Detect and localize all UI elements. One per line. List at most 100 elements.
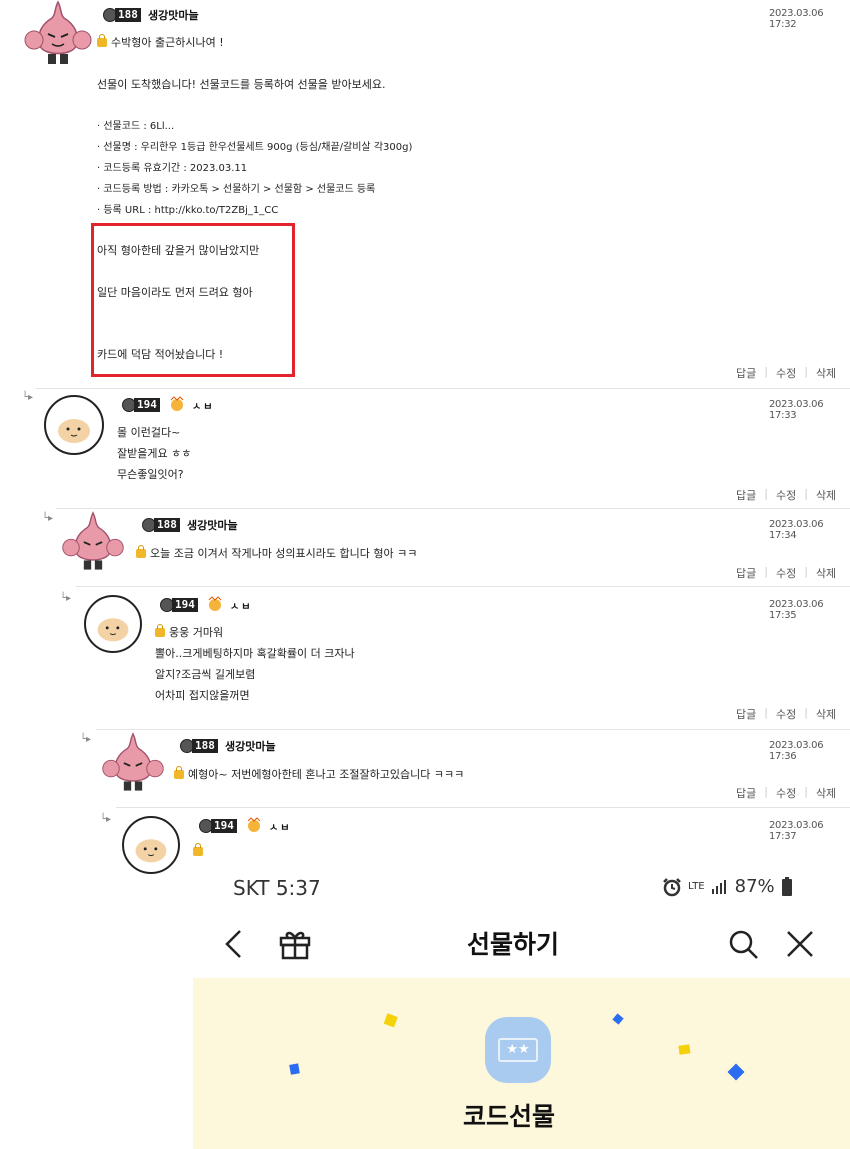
crown-face-icon [208,596,222,611]
level-badge: 188 [180,738,218,754]
delete-button[interactable]: 삭제 [808,365,844,381]
dog-avatar-icon[interactable] [44,395,104,455]
confetti-icon [678,1044,691,1055]
comment-actions: 답글 | 수정 | 삭제 [728,785,844,801]
lock-icon [193,843,203,856]
close-icon[interactable] [785,929,815,959]
nickname[interactable]: 생강맛마늘 [148,7,199,23]
divider [36,388,850,389]
confetti-icon [727,1063,745,1081]
edit-button[interactable]: 수정 [768,706,804,722]
level-badge: 194 [122,397,160,413]
lock-icon [155,624,165,637]
comment-line: 웅웅 거마워 [155,624,223,640]
delete-button[interactable]: 삭제 [808,487,844,503]
comment-actions: 답글 | 수정 | 삭제 [728,487,844,503]
delete-button[interactable]: 삭제 [808,785,844,801]
reply-arrow-icon: └▸ [22,392,34,403]
level-badge: 194 [199,818,237,834]
nickname[interactable]: ㅅㅂ [230,598,252,613]
reply-button[interactable]: 답글 [728,565,764,581]
comment-line: 알지?조금씩 길게보렴 [155,668,256,681]
level-badge: 188 [103,7,141,23]
garlic-avatar-icon[interactable] [100,731,166,797]
comment-date: 2023.03.06 17:37 [769,820,824,842]
comment-line: · 코드등록 방법 : 카카오톡 > 선물하기 > 선물함 > 선물코드 등록 [97,184,376,195]
status-icons: LTE 87% [662,876,793,897]
reply-button[interactable]: 답글 [728,365,764,381]
network-label: LTE [688,880,705,892]
garlic-avatar-icon[interactable] [60,510,126,576]
divider [56,508,850,509]
nickname[interactable]: 생강맛마늘 [225,738,276,754]
comment-line: 몰 이런걸다~ [117,426,181,439]
reply-button[interactable]: 답글 [728,487,764,503]
edit-button[interactable]: 수정 [768,487,804,503]
comment-line: 예형아~ 저번에형아한테 혼나고 조절잘하고있습니다 ㅋㅋㅋ [174,766,464,782]
garlic-avatar-icon[interactable] [22,0,94,70]
battery-icon [781,876,792,896]
level-badge: 188 [142,517,180,533]
comment-line[interactable]: · 등록 URL : http://kko.to/T2ZBj_1_CC [97,201,278,216]
comment-line: · 선물명 : 우리한우 1등급 한우선물세트 900g (등심/채끝/갈비살 … [97,142,413,153]
status-time: SKT 5:37 [233,876,321,900]
confetti-icon [289,1063,300,1075]
lock-icon [97,34,107,47]
reply-button[interactable]: 답글 [728,706,764,722]
edit-button[interactable]: 수정 [768,565,804,581]
confetti-icon [383,1013,398,1028]
dog-avatar-icon[interactable] [84,595,142,653]
comment-date: 2023.03.06 17:35 [769,599,824,621]
comment-actions: 답글 | 수정 | 삭제 [728,565,844,581]
reply-button[interactable]: 답글 [728,785,764,801]
comment-actions: 답글 | 수정 | 삭제 [728,365,844,381]
reply-arrow-icon: └▸ [60,593,72,604]
reply-arrow-icon: └▸ [100,814,112,825]
edit-button[interactable]: 수정 [768,365,804,381]
top-navigation [0,922,850,972]
battery-percent: 87% [734,876,775,897]
dog-avatar-icon[interactable] [122,816,180,874]
nickname[interactable]: 생강맛마늘 [187,517,238,533]
comment-line: · 선물코드 : 6Ll... [97,121,175,132]
delete-button[interactable]: 삭제 [808,565,844,581]
highlight-box [91,223,295,377]
comment-line: 오늘 조금 이겨서 작게나마 성의표시라도 합니다 형아 ㅋㅋ [136,545,417,561]
back-arrow-icon[interactable] [222,928,246,960]
delete-button[interactable]: 삭제 [808,706,844,722]
comment-date: 2023.03.06 17:36 [769,740,824,762]
banner-title: 코드선물 [463,1102,556,1131]
divider [76,586,850,587]
divider [116,807,850,808]
confetti-icon [612,1013,624,1025]
level-badge: 194 [160,597,198,613]
alarm-icon [663,877,681,896]
reply-arrow-icon: └▸ [80,734,92,745]
nickname[interactable]: ㅅㅂ [192,398,214,413]
comment-line: 뽈아..크게베팅하지마 혹갈확률이 더 크자나 [155,647,355,660]
comment-line [193,843,207,858]
comment-line: 수박형아 출근하시나여 ! [97,34,224,50]
comment-line: 어차피 접지않을꺼면 [155,689,250,702]
lock-icon [136,545,146,558]
crown-face-icon [247,817,261,832]
search-icon[interactable] [728,929,760,961]
lock-icon [174,766,184,779]
comment-date: 2023.03.06 17:34 [769,519,824,541]
crown-face-icon [170,396,184,411]
comment-line: · 코드등록 유효기간 : 2023.03.11 [97,163,248,174]
reply-arrow-icon: └▸ [42,513,54,524]
comment-line: 잘받을게요 ㅎㅎ [117,447,192,460]
divider [96,729,850,730]
comment-line: 선물이 도착했습니다! 선물코드를 등록하여 선물을 받아보세요. [97,78,386,91]
comment-date: 2023.03.06 17:32 [769,8,824,30]
signal-icon [711,879,726,894]
page-title: 선물하기 [467,930,560,959]
comment-date: 2023.03.06 17:33 [769,399,824,421]
comment-line: 무슨좋일잇어? [117,468,184,481]
edit-button[interactable]: 수정 [768,785,804,801]
gift-icon[interactable] [278,928,312,960]
comment-actions: 답글 | 수정 | 삭제 [728,706,844,722]
nickname[interactable]: ㅅㅂ [269,819,291,834]
code-card-icon: ★★ [498,1038,538,1062]
